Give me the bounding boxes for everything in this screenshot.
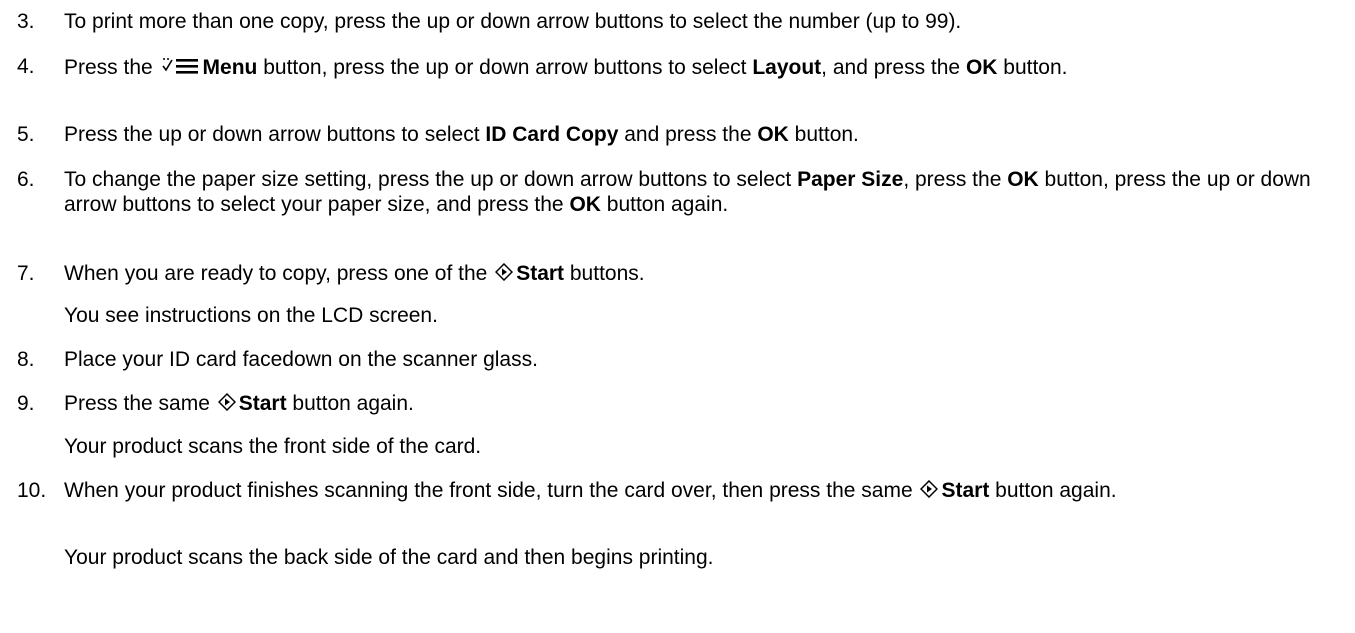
step-number: 8. <box>17 348 35 371</box>
step-text: Press the Menu button, press the up or d… <box>64 56 1068 79</box>
start-icon <box>217 393 236 411</box>
step-text: Press the same Start button again. <box>64 392 414 415</box>
step-number: 6. <box>17 168 35 191</box>
step-note: Your product scans the back side of the … <box>64 546 714 569</box>
step-note: Your product scans the front side of the… <box>64 435 482 458</box>
step-number: 10. <box>17 479 47 502</box>
step-text: When your product finishes scanning the … <box>64 479 1117 502</box>
step-text: Press the up or down arrow buttons to se… <box>64 123 859 146</box>
step-text: Place your ID card facedown on the scann… <box>64 348 538 371</box>
menu-icon <box>161 58 198 74</box>
step-text: When you are ready to copy, press one of… <box>64 262 645 285</box>
step-text: To change the paper size setting, press … <box>64 168 1311 216</box>
start-icon <box>495 263 514 281</box>
step-number: 5. <box>17 123 35 146</box>
step-number: 3. <box>17 10 35 33</box>
step-note: You see instructions on the LCD screen. <box>64 304 438 327</box>
step-text: To print more than one copy, press the u… <box>64 10 962 33</box>
step-number: 4. <box>17 55 35 78</box>
start-icon <box>920 480 939 498</box>
instruction-page: 3. To print more than one copy, press th… <box>0 0 1355 633</box>
step-number: 9. <box>17 392 35 415</box>
step-number: 7. <box>17 262 35 285</box>
